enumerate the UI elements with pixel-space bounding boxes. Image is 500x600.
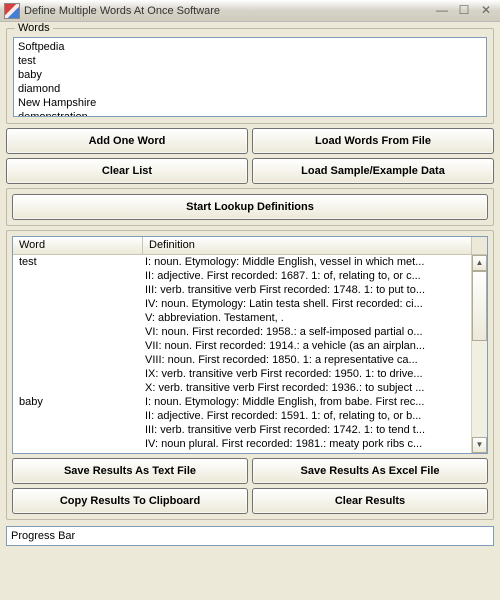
- close-button[interactable]: ✕: [476, 3, 496, 19]
- list-item[interactable]: baby: [18, 68, 482, 82]
- app-icon: [4, 3, 20, 19]
- copy-to-clipboard-button[interactable]: Copy Results To Clipboard: [12, 488, 248, 514]
- minimize-button[interactable]: —: [432, 3, 452, 19]
- load-words-from-file-button[interactable]: Load Words From File: [252, 128, 494, 154]
- load-sample-data-button[interactable]: Load Sample/Example Data: [252, 158, 494, 184]
- window-body: Words SoftpediatestbabydiamondNew Hampsh…: [0, 22, 500, 552]
- add-one-word-button[interactable]: Add One Word: [6, 128, 248, 154]
- list-item[interactable]: diamond: [18, 82, 482, 96]
- cell-definition: IX: verb. transitive verb First recorded…: [143, 367, 471, 381]
- cell-word: [13, 437, 143, 451]
- table-row[interactable]: III: verb. transitive verb First recorde…: [13, 283, 471, 297]
- results-body[interactable]: testI: noun. Etymology: Middle English, …: [13, 255, 471, 453]
- cell-definition: II: adjective. First recorded: 1591. 1: …: [143, 409, 471, 423]
- table-row[interactable]: III: verb. transitive verb First recorde…: [13, 423, 471, 437]
- column-header-word[interactable]: Word: [13, 237, 143, 254]
- save-as-text-button[interactable]: Save Results As Text File: [12, 458, 248, 484]
- list-item[interactable]: demonstration: [18, 110, 482, 117]
- progress-label: Progress Bar: [11, 530, 75, 542]
- scroll-thumb[interactable]: [472, 271, 487, 341]
- table-row[interactable]: testI: noun. Etymology: Middle English, …: [13, 255, 471, 269]
- words-listbox[interactable]: SoftpediatestbabydiamondNew Hampshiredem…: [13, 37, 487, 117]
- cell-word: [13, 353, 143, 367]
- cell-word: [13, 297, 143, 311]
- cell-definition: V: abbreviation. Testament, .: [143, 311, 471, 325]
- cell-word: [13, 367, 143, 381]
- table-row[interactable]: babyI: noun. Etymology: Middle English, …: [13, 395, 471, 409]
- column-header-definition[interactable]: Definition: [143, 237, 471, 254]
- scroll-down-arrow-icon[interactable]: ▼: [472, 437, 487, 453]
- table-row[interactable]: II: adjective. First recorded: 1687. 1: …: [13, 269, 471, 283]
- cell-definition: IV: noun plural. First recorded: 1981.: …: [143, 437, 471, 451]
- cell-word: [13, 451, 143, 453]
- titlebar: Define Multiple Words At Once Software —…: [0, 0, 500, 22]
- table-row[interactable]: II: adjective. First recorded: 1591. 1: …: [13, 409, 471, 423]
- cell-definition: II: adjective. First recorded: 1687. 1: …: [143, 269, 471, 283]
- save-as-excel-button[interactable]: Save Results As Excel File: [252, 458, 488, 484]
- cell-definition: V: noun. First recorded: 1889. 1: a pale…: [143, 451, 471, 453]
- clear-list-button[interactable]: Clear List: [6, 158, 248, 184]
- results-table[interactable]: Word Definition testI: noun. Etymology: …: [12, 236, 488, 454]
- cell-definition: III: verb. transitive verb First recorde…: [143, 283, 471, 297]
- results-panel: Word Definition testI: noun. Etymology: …: [6, 230, 494, 520]
- cell-definition: IV: noun. Etymology: Latin testa shell. …: [143, 297, 471, 311]
- start-lookup-button[interactable]: Start Lookup Definitions: [12, 194, 488, 220]
- cell-definition: I: noun. Etymology: Middle English, from…: [143, 395, 471, 409]
- table-row[interactable]: VII: noun. First recorded: 1914.: a vehi…: [13, 339, 471, 353]
- table-row[interactable]: VIII: noun. First recorded: 1850. 1: a r…: [13, 353, 471, 367]
- cell-word: [13, 311, 143, 325]
- table-row[interactable]: X: verb. transitive verb First recorded:…: [13, 381, 471, 395]
- table-row[interactable]: IV: noun plural. First recorded: 1981.: …: [13, 437, 471, 451]
- header-scroll-spacer: [471, 237, 487, 254]
- results-header: Word Definition: [13, 237, 487, 255]
- vertical-scrollbar[interactable]: ▲ ▼: [471, 255, 487, 453]
- cell-definition: VI: noun. First recorded: 1958.: a self-…: [143, 325, 471, 339]
- table-row[interactable]: V: noun. First recorded: 1889. 1: a pale…: [13, 451, 471, 453]
- cell-word: test: [13, 255, 143, 269]
- cell-definition: VII: noun. First recorded: 1914.: a vehi…: [143, 339, 471, 353]
- cell-word: [13, 409, 143, 423]
- words-groupbox: Words SoftpediatestbabydiamondNew Hampsh…: [6, 28, 494, 124]
- clear-results-button[interactable]: Clear Results: [252, 488, 488, 514]
- cell-definition: III: verb. transitive verb First recorde…: [143, 423, 471, 437]
- maximize-button[interactable]: ☐: [454, 3, 474, 19]
- cell-word: [13, 339, 143, 353]
- list-item[interactable]: New Hampshire: [18, 96, 482, 110]
- words-legend: Words: [15, 22, 53, 34]
- table-row[interactable]: VI: noun. First recorded: 1958.: a self-…: [13, 325, 471, 339]
- cell-word: [13, 325, 143, 339]
- list-item[interactable]: Softpedia: [18, 40, 482, 54]
- cell-definition: X: verb. transitive verb First recorded:…: [143, 381, 471, 395]
- scroll-up-arrow-icon[interactable]: ▲: [472, 255, 487, 271]
- cell-definition: I: noun. Etymology: Middle English, vess…: [143, 255, 471, 269]
- window-title: Define Multiple Words At Once Software: [24, 5, 430, 17]
- table-row[interactable]: IV: noun. Etymology: Latin testa shell. …: [13, 297, 471, 311]
- cell-word: [13, 423, 143, 437]
- cell-definition: VIII: noun. First recorded: 1850. 1: a r…: [143, 353, 471, 367]
- cell-word: baby: [13, 395, 143, 409]
- progress-bar: Progress Bar: [6, 526, 494, 546]
- table-row[interactable]: IX: verb. transitive verb First recorded…: [13, 367, 471, 381]
- list-item[interactable]: test: [18, 54, 482, 68]
- cell-word: [13, 269, 143, 283]
- start-lookup-panel: Start Lookup Definitions: [6, 188, 494, 226]
- cell-word: [13, 283, 143, 297]
- table-row[interactable]: V: abbreviation. Testament, .: [13, 311, 471, 325]
- cell-word: [13, 381, 143, 395]
